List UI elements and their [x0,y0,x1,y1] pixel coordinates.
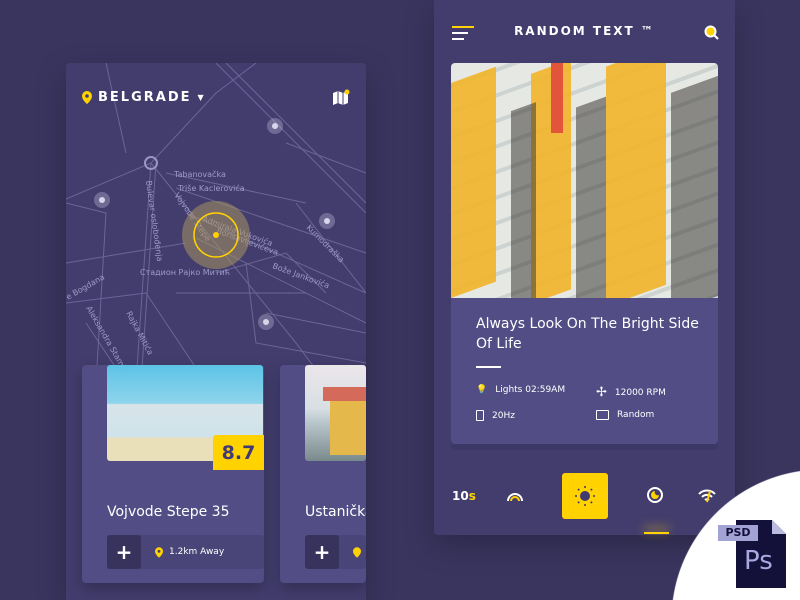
night-mode-icon[interactable] [647,487,663,503]
current-location-dot [213,232,219,238]
place-photo [305,365,366,461]
pin-icon [353,546,361,558]
map-label: Tabanovačka [173,169,226,179]
ps-logo: Ps [744,546,773,576]
map-label: Bože Jankovića [271,260,331,290]
active-indicator [644,532,669,534]
map-label: Стадион Рајко Митић [140,268,230,277]
sun-icon [575,486,595,506]
map-label: Rajka Mitića [124,309,156,356]
psd-label: PSD [718,525,758,541]
detail-screen: RANDOM TEXT ™ Always Look On The Bright … [434,0,735,535]
frequency-stat: 20Hz [492,410,515,421]
photoshop-file-icon: PSD Ps [718,520,786,588]
brightness-button[interactable] [562,473,608,519]
speaker-icon [476,410,484,421]
mode-stat: Random [617,410,655,420]
map-label: e Bogdana [66,272,106,301]
fan-icon: ✢ [596,385,607,400]
place-card[interactable]: Ustanička + [280,365,366,583]
arc-icon[interactable] [506,490,524,502]
city-map[interactable]: Tabanovačka Triše Kaclerovića Admirala V… [66,63,366,383]
lights-stat: Lights 02:59AM [495,385,566,395]
location-selector[interactable]: BELGRADE ▼ [82,90,206,105]
map-screen: Tabanovačka Triše Kaclerovića Admirala V… [66,63,366,600]
pin-icon [155,546,163,558]
lightbulb-icon: 💡 [476,385,488,395]
rpm-stat: 12000 RPM [614,387,666,398]
rating-badge: 8.7 [213,435,264,470]
timer-unit: s [468,489,476,503]
hero-image [451,63,718,298]
pin-icon [82,91,92,104]
timer-button[interactable]: 10s [452,489,476,503]
timer-value: 10 [452,489,469,503]
chevron-down-icon: ▼ [197,93,206,102]
add-button[interactable]: + [305,535,339,569]
page-title: RANDOM TEXT ™ [514,24,655,38]
map-label: Triše Kaclerovića [177,183,245,193]
divider [476,366,501,368]
place-title: Ustanička [305,504,366,520]
place-card[interactable]: 8.7 Vojvode Stepe 35 + 1.2km Away [82,365,264,583]
distance-label: 1.2km Away [169,547,225,557]
info-card: Always Look On The Bright Side Of Life 💡… [451,298,718,444]
display-icon [596,410,609,420]
place-title: Vojvode Stepe 35 [107,504,230,520]
search-icon[interactable] [704,25,719,40]
map-icon[interactable] [332,89,350,107]
add-button[interactable]: + [107,535,141,569]
location-name: BELGRADE [98,90,192,105]
headline: Always Look On The Bright Side Of Life [476,316,699,352]
